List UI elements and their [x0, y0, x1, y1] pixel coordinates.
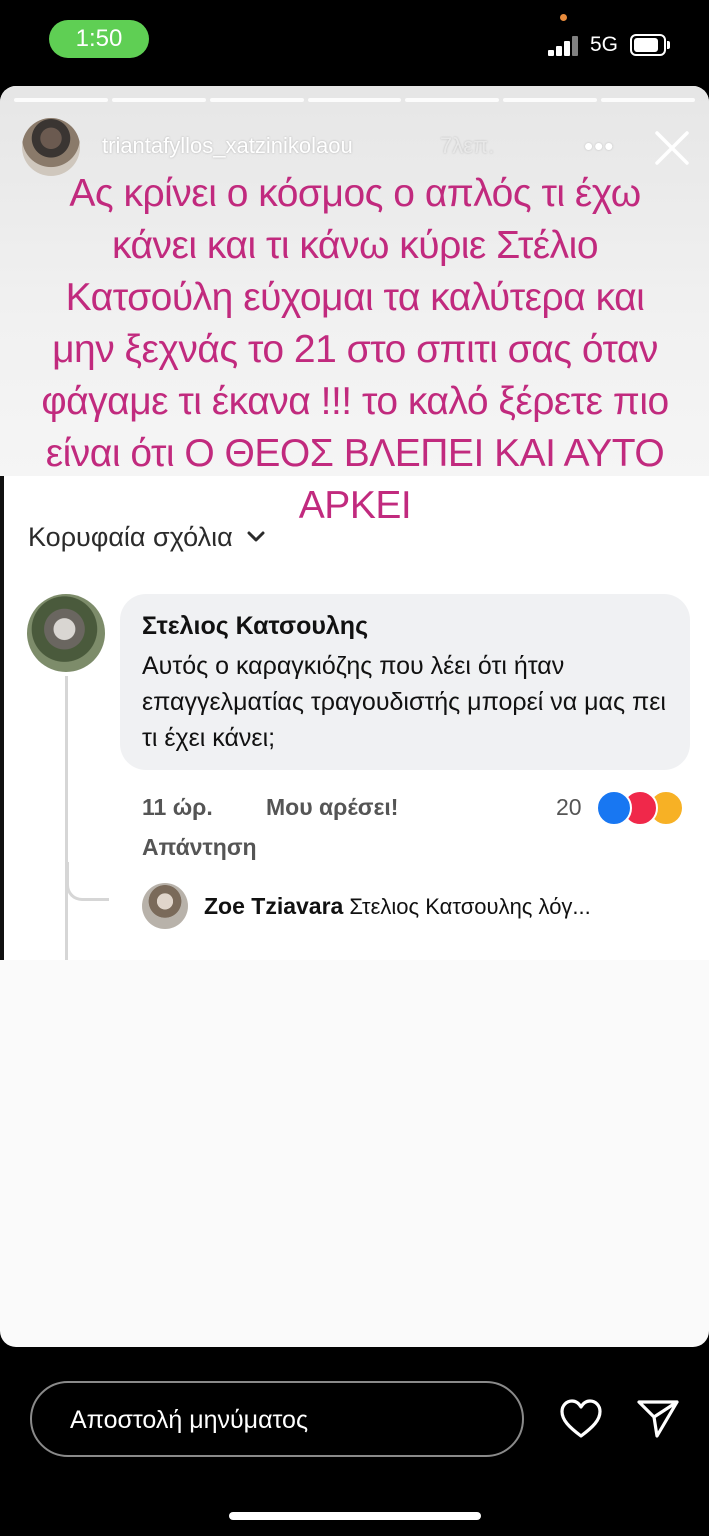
- reply-link: Απάντηση: [142, 834, 257, 860]
- story-card[interactable]: triantafyllos_xatzinikolaou 7λεπ. ••• Κο…: [0, 86, 709, 1347]
- status-bar: 1:50 5G: [0, 0, 709, 86]
- progress-segment: [405, 98, 500, 102]
- comment-text: Αυτός ο καραγκιόζης που λέει ότι ήταν επ…: [142, 652, 666, 752]
- like-reaction-icon: [596, 790, 632, 826]
- more-horizontal-icon[interactable]: •••: [584, 133, 616, 159]
- progress-segment: [307, 98, 402, 102]
- reply-author-name: Zoe Tziavara: [204, 893, 344, 919]
- signal-strength-icon: [548, 34, 580, 56]
- network-type: 5G: [590, 33, 619, 56]
- heart-icon[interactable]: [559, 1398, 603, 1440]
- progress-segment: [111, 98, 206, 102]
- story-author-username[interactable]: triantafyllos_xatzinikolaou: [102, 132, 353, 160]
- story-timestamp: 7λεπ.: [440, 133, 495, 158]
- reply-author-avatar: [142, 883, 188, 929]
- commenter-name: Στελιος Κατσουλης: [142, 612, 369, 640]
- chevron-down-icon: [247, 531, 265, 542]
- commenter-avatar: [27, 594, 105, 672]
- message-placeholder: Αποστολή μηνύματος: [70, 1406, 309, 1434]
- battery-icon: [630, 34, 670, 56]
- screenshot-edge: [0, 476, 4, 960]
- message-input[interactable]: Αποστολή μηνύματος: [30, 1381, 524, 1457]
- privacy-indicator-dot: [560, 14, 567, 21]
- thread-branch: [66, 862, 109, 901]
- status-time: 1:50: [49, 20, 149, 58]
- progress-segment: [14, 98, 108, 102]
- close-icon[interactable]: [652, 128, 692, 168]
- story-progress-bar: [14, 98, 696, 102]
- thread-line: [65, 676, 68, 960]
- like-link: Μου αρέσει!: [266, 794, 399, 820]
- reaction-count: 20: [556, 794, 582, 820]
- comment-bubble: Στελιος Κατσουλης Αυτός ο καραγκιόζης πο…: [120, 594, 690, 770]
- reply-preview-text: Στελιος Κατσουλης λόγ...: [349, 894, 591, 919]
- embedded-comment-screenshot: Κορυφαία σχόλια Στελιος Κατσουλης Αυτός …: [0, 476, 709, 960]
- send-icon[interactable]: [636, 1398, 680, 1440]
- reply-preview: Zoe Tziavara Στελιος Κατσουλης λόγ...: [204, 890, 684, 923]
- comment-time: 11 ώρ.: [142, 794, 213, 820]
- reactions-group: [596, 788, 696, 826]
- story-text-overlay: Ας κρίνει ο κόσμος ο απλός τι έχω κάνει …: [41, 172, 669, 527]
- progress-segment: [503, 98, 598, 102]
- progress-segment: [601, 98, 696, 102]
- progress-segment: [209, 98, 304, 102]
- home-indicator[interactable]: [229, 1512, 481, 1520]
